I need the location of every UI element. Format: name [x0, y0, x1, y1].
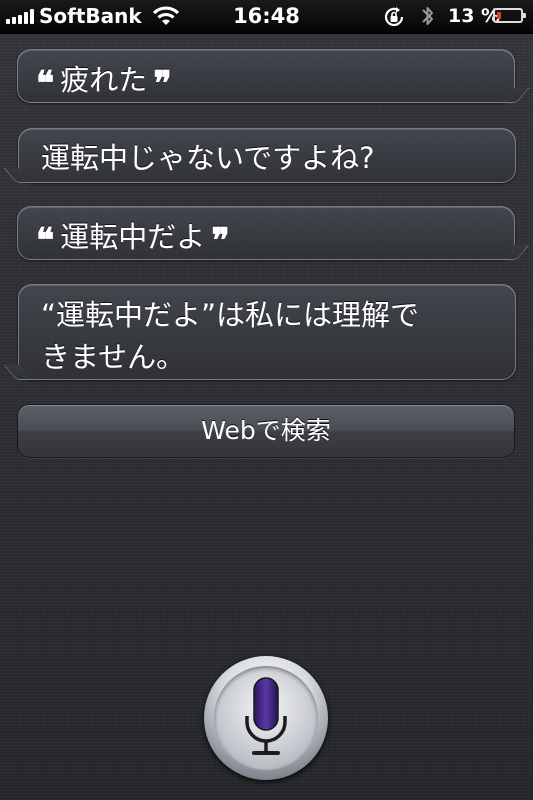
microphone-icon	[245, 677, 287, 755]
siri-response-line: きません。	[41, 340, 186, 374]
battery-icon	[493, 8, 526, 23]
status-bar: SoftBank 16:48 13 %	[0, 0, 533, 34]
siri-response-bubble: “運転中だよ”は私には理解で きません。	[18, 284, 516, 380]
orientation-lock-icon	[382, 5, 406, 34]
web-search-button[interactable]: Webで検索	[17, 404, 515, 458]
open-quote-icon: ❝	[36, 64, 55, 104]
close-quote-icon: ❞	[153, 64, 172, 104]
close-quote-icon: ❞	[211, 221, 230, 261]
user-utterance-text: 運転中だよ	[60, 220, 206, 254]
open-quote-icon: ❝	[36, 221, 55, 261]
siri-response-text: 運転中じゃないですよね?	[41, 141, 375, 175]
siri-mic-button[interactable]	[204, 656, 328, 780]
user-utterance-bubble[interactable]: ❝ 運転中だよ ❞	[17, 206, 515, 261]
bluetooth-icon	[420, 3, 436, 34]
user-utterance-bubble[interactable]: ❝ 疲れた ❞	[17, 49, 515, 104]
user-utterance-text: 疲れた	[60, 63, 148, 97]
siri-response-line: “運転中だよ”は私には理解で	[41, 298, 420, 332]
siri-response-bubble: 運転中じゃないですよね?	[18, 128, 516, 183]
